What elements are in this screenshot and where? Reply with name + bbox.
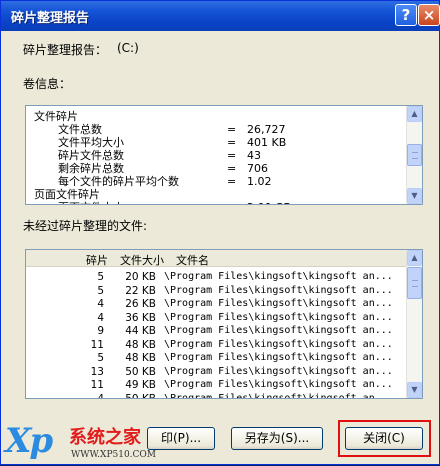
volume-row: 碎片文件总数 = 43	[34, 149, 261, 162]
defrag-report-window: 碎片整理报告 ? × 碎片整理报告： (C:) 卷信息： 文件碎片 文件总数 = 26…	[0, 0, 440, 465]
volume-row-name: 剩余碎片总数	[58, 162, 124, 175]
file-size: 26 KB	[125, 298, 156, 310]
volume-row-value: 43	[247, 149, 261, 162]
save-as-button[interactable]: 另存为(S)...	[231, 427, 323, 450]
file-size: 22 KB	[125, 284, 156, 297]
volume-row: 文件总数 = 26,727	[34, 123, 286, 136]
logo-url: WWW.XP510.COM	[71, 450, 157, 460]
file-fragments: 11	[90, 379, 104, 391]
file-fragments: 4	[97, 311, 104, 324]
file-name: \Program Files\kingsoft\kingsoft an...	[164, 325, 393, 336]
file-name: \Program Files\kingsoft\kingsoft an...	[164, 379, 393, 390]
file-size: 50 KB	[125, 392, 156, 399]
file-row[interactable]: 4 26 KB \Program Files\kingsoft\kingsoft a…	[26, 297, 406, 311]
files-scrollbar[interactable]: ▲ ▼	[406, 250, 422, 398]
volume-row-value: 706	[247, 162, 268, 175]
files-header: 碎片 文件大小 文件名	[26, 250, 406, 267]
volume-row-name: 碎片文件总数	[58, 149, 124, 162]
file-row[interactable]: 11 49 KB \Program Files\kingsoft\kingsoft …	[26, 378, 406, 392]
help-button[interactable]: ?	[395, 4, 417, 26]
header-filename[interactable]: 文件名	[176, 252, 209, 268]
header-fragments[interactable]: 碎片	[86, 252, 108, 268]
print-button[interactable]: 印(P)...	[147, 427, 215, 450]
volume-row-name: 页面文件碎片	[34, 188, 100, 201]
volume-row: 文件平均大小 = 401 KB	[34, 136, 286, 149]
volume-row-equals: =	[227, 162, 237, 175]
volume-row-equals: =	[227, 149, 237, 162]
file-row[interactable]: 5 22 KB \Program Files\kingsoft\kingsoft a…	[26, 284, 406, 298]
volume-row-equals: =	[227, 201, 236, 204]
file-name: \Program Files\kingsoft\kingsoft an...	[164, 311, 393, 323]
scroll-thumb[interactable]	[407, 267, 422, 299]
file-row[interactable]: 13 50 KB \Program Files\kingsoft\kingsoft …	[26, 365, 406, 379]
volume-row: 剩余碎片总数 = 706	[34, 162, 268, 175]
volume-row-value: 2.00 GB	[247, 201, 291, 204]
file-name: \Program Files\kingsoft\kingsoft an...	[164, 352, 393, 363]
volume-row: 每个文件的碎片平均个数 = 1.02	[34, 175, 272, 188]
logo-brand: 系统之家	[69, 427, 141, 448]
file-row[interactable]: 9 44 KB \Program Files\kingsoft\kingsoft a…	[26, 324, 406, 338]
report-label: 碎片整理报告：	[23, 43, 108, 57]
file-size: 49 KB	[125, 379, 156, 391]
file-size: 48 KB	[125, 338, 156, 351]
file-name: \Program Files\kingsoft\kingsoft an...	[164, 284, 393, 296]
volume-row-value: 401 KB	[247, 136, 287, 149]
volume-row-equals: =	[227, 175, 237, 188]
window-title: 碎片整理报告	[11, 11, 90, 26]
volume-row-name: 文件碎片	[34, 110, 78, 123]
file-fragments: 11	[90, 338, 104, 351]
file-row[interactable]: 4 36 KB \Program Files\kingsoft\kingsoft a…	[26, 311, 406, 325]
close-button[interactable]: 关闭(C)	[345, 427, 423, 450]
scroll-down-icon[interactable]: ▼	[407, 188, 422, 204]
volume-row: 页面文件碎片	[34, 188, 100, 201]
volume-row-name: 每个文件的碎片平均个数	[58, 175, 179, 188]
volume-info-list[interactable]: 文件碎片 文件总数 = 26,727 文件平均大小 = 401 KB 碎片文件总数 = 43 剩余碎…	[25, 105, 423, 205]
file-fragments: 5	[97, 352, 104, 364]
file-name: \Program Files\kingsoft\kingsoft an...	[164, 338, 393, 350]
file-name: \Program Files\kingsoft\kingsoft an...	[164, 365, 393, 377]
file-fragments: 5	[97, 271, 104, 283]
header-filesize[interactable]: 文件大小	[120, 252, 164, 268]
unfragmented-files-label: 未经过碎片整理的文件:	[23, 219, 148, 233]
volume-row: 文件碎片	[34, 110, 78, 123]
file-row[interactable]: 5 48 KB \Program Files\kingsoft\kingsoft a…	[26, 351, 406, 365]
file-fragments: 4	[97, 392, 104, 399]
scroll-up-icon[interactable]: ▲	[407, 250, 422, 266]
scroll-thumb[interactable]	[407, 144, 422, 166]
volume-row-name: 页面文件大小	[34, 201, 124, 204]
file-row[interactable]: 5 20 KB \Program Files\kingsoft\kingsoft a…	[26, 270, 406, 284]
volume-row-equals: =	[227, 123, 237, 136]
close-window-button[interactable]: ×	[418, 4, 440, 26]
volume-row-value: 26,727	[247, 123, 286, 136]
volume-row-value: 1.02	[247, 175, 272, 188]
scroll-up-icon[interactable]: ▲	[407, 106, 422, 122]
logo-mark: Xp	[5, 421, 53, 461]
volume-row: 页面文件大小 = 2.00 GB	[34, 201, 291, 204]
volume-row-equals: =	[227, 136, 237, 149]
file-size: 20 KB	[125, 271, 156, 283]
file-fragments: 13	[90, 365, 104, 378]
volume-scrollbar[interactable]: ▲ ▼	[406, 106, 422, 204]
file-fragments: 9	[97, 325, 104, 337]
volume-info-label: 卷信息：	[23, 77, 72, 91]
volume-row-name: 文件总数	[58, 123, 102, 136]
file-name: \Program Files\kingsoft\kingsoft an...	[164, 271, 393, 282]
scroll-down-icon[interactable]: ▼	[407, 382, 422, 398]
title-bar[interactable]: 碎片整理报告 ? ×	[1, 1, 440, 31]
file-fragments: 4	[97, 298, 104, 310]
drive-label: (C:)	[117, 41, 139, 55]
file-row[interactable]: 4 50 KB \Program Files\kingsoft\kingsoft a…	[26, 392, 406, 399]
file-size: 50 KB	[125, 365, 156, 378]
file-size: 48 KB	[125, 352, 156, 364]
file-fragments: 5	[97, 284, 104, 297]
file-size: 44 KB	[125, 325, 156, 337]
watermark-logo: Xp 系统之家 WWW.XP510.COM	[1, 419, 171, 466]
volume-row-name: 文件平均大小	[58, 136, 124, 149]
file-name: \Program Files\kingsoft\kingsoft an...	[164, 392, 393, 399]
file-name: \Program Files\kingsoft\kingsoft an...	[164, 298, 393, 309]
files-list[interactable]: 碎片 文件大小 文件名 5 20 KB \Program Files\kingsof…	[25, 249, 423, 399]
file-size: 36 KB	[125, 311, 156, 324]
file-row[interactable]: 11 48 KB \Program Files\kingsoft\kingsoft …	[26, 338, 406, 352]
